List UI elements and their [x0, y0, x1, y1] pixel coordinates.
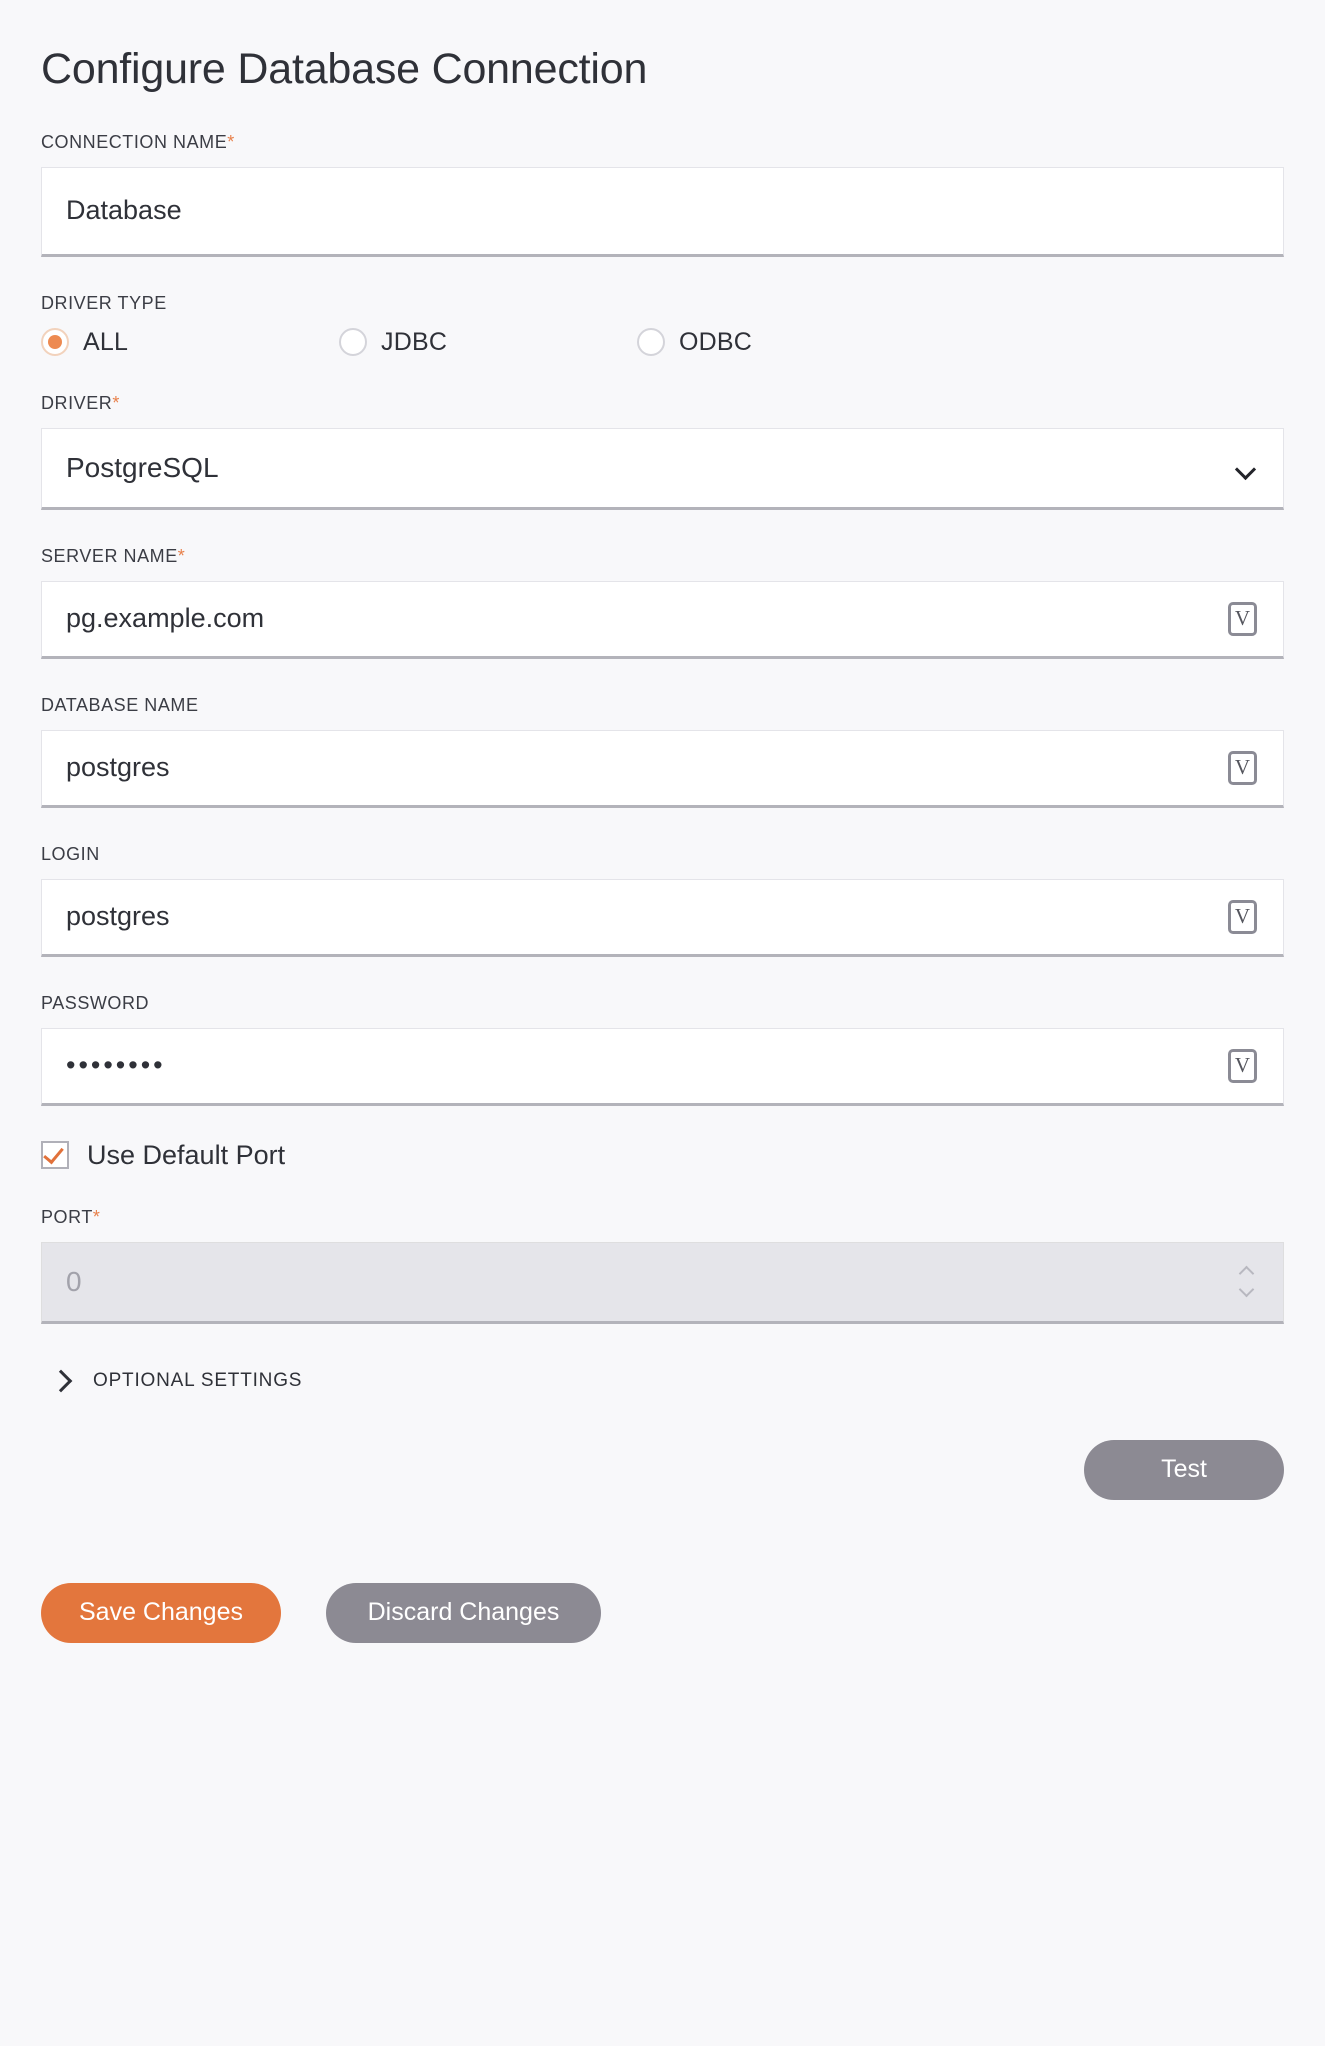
radio-driver-type-jdbc[interactable]: JDBC [339, 328, 637, 357]
database-name-label: DATABASE NAME [41, 694, 199, 715]
port-label: PORT* [41, 1207, 1284, 1228]
stepper-up-icon [1238, 1265, 1254, 1282]
driver-select[interactable]: PostgreSQL [41, 427, 1284, 510]
login-label: LOGIN [41, 843, 100, 864]
discard-changes-button[interactable]: Discard Changes [326, 1582, 601, 1643]
field-connection-name: CONNECTION NAME* [41, 132, 1284, 257]
test-button[interactable]: Test [1084, 1439, 1284, 1500]
required-asterisk: * [177, 545, 186, 566]
driver-selected-value: PostgreSQL [66, 451, 219, 483]
field-driver: DRIVER* PostgreSQL [41, 393, 1284, 510]
field-server-name: SERVER NAME* V [41, 546, 1284, 659]
password-input[interactable]: •••••••• [66, 1052, 1228, 1079]
server-name-label: SERVER NAME* [41, 546, 1284, 567]
chevron-down-icon [1237, 462, 1257, 474]
form-actions: Save Changes Discard Changes [41, 1582, 1284, 1643]
login-input-wrap[interactable]: V [41, 878, 1284, 957]
radio-dot-icon [346, 335, 360, 349]
field-login: LOGIN V [41, 844, 1284, 957]
required-asterisk: * [112, 392, 120, 413]
field-database-name: DATABASE NAME V [41, 695, 1284, 808]
radio-circle-icon [41, 328, 69, 357]
use-default-port-checkbox[interactable]: Use Default Port [41, 1140, 1284, 1171]
driver-type-label: DRIVER TYPE [41, 292, 167, 313]
configure-database-connection-page: Configure Database Connection CONNECTION… [0, 0, 1325, 2046]
port-input: 0 [66, 1265, 82, 1297]
database-name-input-wrap[interactable]: V [41, 729, 1284, 808]
password-input-wrap[interactable]: •••••••• V [41, 1027, 1284, 1106]
radio-circle-icon [637, 328, 665, 357]
port-label-text: PORT [41, 1206, 93, 1227]
variable-icon[interactable]: V [1228, 899, 1257, 934]
required-asterisk: * [92, 1206, 101, 1227]
radio-driver-type-all[interactable]: ALL [41, 328, 339, 357]
use-default-port-label: Use Default Port [87, 1139, 286, 1170]
optional-settings-label: OPTIONAL SETTINGS [93, 1369, 303, 1391]
login-input[interactable] [66, 901, 1228, 933]
server-name-input-wrap[interactable]: V [41, 580, 1284, 659]
optional-settings-expander[interactable]: OPTIONAL SETTINGS [41, 1369, 1284, 1392]
page-title: Configure Database Connection [41, 45, 648, 93]
variable-icon[interactable]: V [1228, 750, 1257, 785]
variable-icon[interactable]: V [1228, 601, 1257, 636]
connection-name-input-wrap[interactable] [41, 166, 1284, 257]
save-changes-button[interactable]: Save Changes [41, 1582, 281, 1643]
test-button-row: Test [41, 1439, 1284, 1500]
radio-dot-icon [644, 335, 658, 349]
variable-icon[interactable]: V [1228, 1048, 1257, 1083]
radio-circle-icon [339, 328, 367, 357]
password-label: PASSWORD [41, 992, 150, 1013]
driver-label: DRIVER* [41, 393, 1284, 414]
connection-name-label: CONNECTION NAME* [41, 132, 1284, 153]
server-name-label-text: SERVER NAME [41, 545, 178, 566]
radio-label-all: ALL [83, 327, 129, 356]
field-port: PORT* 0 [41, 1207, 1284, 1324]
number-stepper [1235, 1264, 1257, 1300]
port-input-wrap: 0 [41, 1241, 1284, 1324]
required-asterisk: * [227, 131, 235, 152]
server-name-input[interactable] [66, 603, 1228, 635]
checkbox-icon [41, 1141, 69, 1170]
database-name-input[interactable] [66, 752, 1228, 784]
connection-name-label-text: CONNECTION NAME [41, 131, 228, 152]
chevron-right-icon [49, 1369, 73, 1392]
radio-driver-type-odbc[interactable]: ODBC [637, 328, 935, 357]
field-password: PASSWORD •••••••• V [41, 993, 1284, 1106]
checkmark-icon [43, 1142, 64, 1165]
stepper-down-icon [1238, 1281, 1254, 1298]
connection-name-input[interactable] [66, 195, 1265, 227]
driver-label-text: DRIVER [41, 392, 113, 413]
radio-dot-icon [48, 335, 62, 350]
radio-label-jdbc: JDBC [381, 327, 448, 356]
radio-label-odbc: ODBC [679, 327, 753, 356]
driver-type-radio-group: ALL JDBC ODBC [41, 328, 1284, 357]
field-driver-type: DRIVER TYPE ALL JDBC ODBC [41, 293, 1284, 357]
